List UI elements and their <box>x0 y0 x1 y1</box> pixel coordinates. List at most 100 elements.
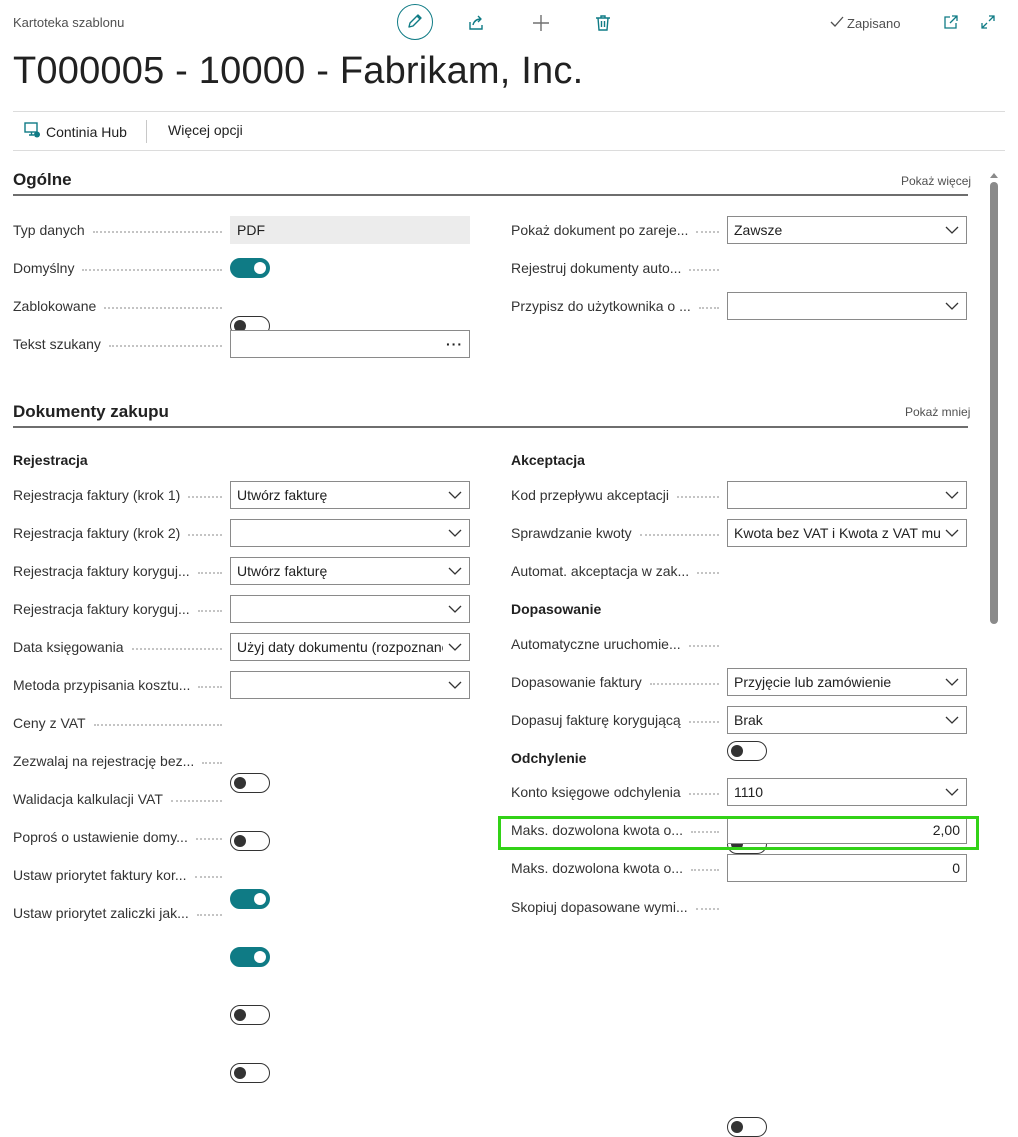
toggle-switch[interactable] <box>230 1005 270 1025</box>
field-label-text: Kod przepływu akceptacji <box>511 487 669 503</box>
leader-dots <box>649 683 719 685</box>
save-status-label: Zapisano <box>847 16 901 31</box>
toggle-switch[interactable] <box>230 773 270 793</box>
save-status: Zapisano <box>830 15 900 32</box>
lookup-button[interactable]: ··· <box>446 336 463 352</box>
field-label: Walidacja kalkulacji VAT <box>13 785 228 813</box>
toggle-switch[interactable] <box>230 947 270 967</box>
toggle-switch[interactable] <box>727 1117 767 1137</box>
dropdown-field[interactable] <box>727 292 967 320</box>
share-icon <box>467 14 485 35</box>
plus-icon <box>532 14 550 35</box>
continia-hub-action[interactable]: Continia Hub <box>24 122 127 142</box>
toggle-switch[interactable] <box>727 741 767 761</box>
delete-button[interactable] <box>589 10 617 38</box>
field-label-text: Zablokowane <box>13 298 97 314</box>
dropdown-field[interactable]: Brak <box>727 706 967 734</box>
section-divider <box>13 426 968 428</box>
dropdown-field[interactable]: Utwórz fakturę <box>230 557 470 585</box>
divider <box>13 111 1005 112</box>
dropdown-field[interactable]: Przyjęcie lub zamówienie <box>727 668 967 696</box>
scroll-up-arrow[interactable] <box>989 166 999 178</box>
field-label: Rejestruj dokumenty auto... <box>511 254 725 282</box>
dropdown-field[interactable]: 1110 <box>727 778 967 806</box>
dropdown-field[interactable] <box>727 481 967 509</box>
text-field[interactable]: ··· <box>230 330 470 358</box>
popout-icon <box>943 14 959 33</box>
chevron-down-icon <box>448 567 462 575</box>
field-label: Zablokowane <box>13 292 228 320</box>
leader-dots <box>639 534 719 536</box>
dropdown-field[interactable]: Użyj daty dokumentu (rozpoznane) <box>230 633 470 661</box>
section-title-general[interactable]: Ogólne <box>13 170 72 190</box>
action-separator <box>146 120 147 143</box>
field-label-text: Automat. akceptacja w zak... <box>511 563 690 579</box>
leader-dots <box>695 908 719 910</box>
field-label: Ceny z VAT <box>13 709 228 737</box>
show-less-link[interactable]: Pokaż mniej <box>905 405 970 419</box>
dropdown-field[interactable]: Kwota bez VAT i Kwota z VAT musza <box>727 519 967 547</box>
toggle-switch[interactable] <box>230 831 270 851</box>
show-more-link[interactable]: Pokaż więcej <box>901 174 971 188</box>
field-label-text: Pokaż dokument po zareje... <box>511 222 689 238</box>
field-label-text: Rejestracja faktury (krok 1) <box>13 487 181 503</box>
field-value: Kwota bez VAT i Kwota z VAT musza <box>734 525 940 541</box>
field-label-text: Metoda przypisania kosztu... <box>13 677 191 693</box>
expand-icon <box>980 14 996 33</box>
chevron-down-icon <box>945 529 959 537</box>
dropdown-field[interactable]: Utwórz fakturę <box>230 481 470 509</box>
chevron-down-icon <box>448 529 462 537</box>
more-options-action[interactable]: Więcej opcji <box>168 122 243 138</box>
field-label: Ustaw priorytet faktury kor... <box>13 861 228 889</box>
field-label-text: Przypisz do użytkownika o ... <box>511 298 691 314</box>
new-button[interactable] <box>527 10 555 38</box>
leader-dots <box>93 724 222 726</box>
leader-dots <box>688 645 719 647</box>
field-label-text: Poproś o ustawienie domy... <box>13 829 188 845</box>
check-icon <box>830 15 844 32</box>
dropdown-field[interactable] <box>230 519 470 547</box>
leader-dots <box>697 572 719 574</box>
field-value: 0 <box>952 860 960 876</box>
group-title-variance: Odchylenie <box>511 750 587 766</box>
field-value: 1110 <box>734 784 764 800</box>
leader-dots <box>188 496 222 498</box>
toggle-switch[interactable] <box>230 1063 270 1083</box>
group-title-matching: Dopasowanie <box>511 601 602 617</box>
edit-button[interactable] <box>397 4 433 40</box>
field-label-text: Maks. dozwolona kwota o... <box>511 860 683 876</box>
field-label-text: Automatyczne uruchomie... <box>511 636 681 652</box>
dropdown-field[interactable] <box>230 671 470 699</box>
field-label-text: Tekst szukany <box>13 336 101 352</box>
field-label-text: Rejestruj dokumenty auto... <box>511 260 682 276</box>
field-value: Użyj daty dokumentu (rozpoznane) <box>237 639 443 655</box>
field-label: Domyślny <box>13 254 228 282</box>
leader-dots <box>131 648 222 650</box>
expand-button[interactable] <box>975 10 1001 36</box>
leader-dots <box>688 793 719 795</box>
toggle-switch[interactable] <box>230 258 270 278</box>
leader-dots <box>696 231 719 233</box>
dropdown-field[interactable] <box>230 595 470 623</box>
leader-dots <box>689 269 719 271</box>
field-label: Rejestracja faktury koryguj... <box>13 557 228 585</box>
field-label: Sprawdzanie kwoty <box>511 519 725 547</box>
trash-icon <box>594 14 612 35</box>
field-label: Automat. akceptacja w zak... <box>511 557 725 585</box>
dropdown-field[interactable]: Zawsze <box>727 216 967 244</box>
toggle-switch[interactable] <box>230 889 270 909</box>
pencil-icon <box>406 12 424 33</box>
field-label: Typ danych <box>13 216 228 244</box>
field-label: Rejestracja faktury (krok 1) <box>13 481 228 509</box>
page-title: T000005 - 10000 - Fabrikam, Inc. <box>13 50 584 92</box>
leader-dots <box>92 231 222 233</box>
continia-hub-icon <box>24 122 41 142</box>
scrollbar-thumb[interactable] <box>990 182 998 624</box>
field-label: Skopiuj dopasowane wymi... <box>511 893 725 921</box>
share-button[interactable] <box>462 10 490 38</box>
section-title-purchase[interactable]: Dokumenty zakupu <box>13 402 169 422</box>
number-field[interactable]: 0 <box>727 854 967 882</box>
field-label-text: Ceny z VAT <box>13 715 86 731</box>
leader-dots <box>202 762 222 764</box>
open-new-window-button[interactable] <box>938 10 964 36</box>
